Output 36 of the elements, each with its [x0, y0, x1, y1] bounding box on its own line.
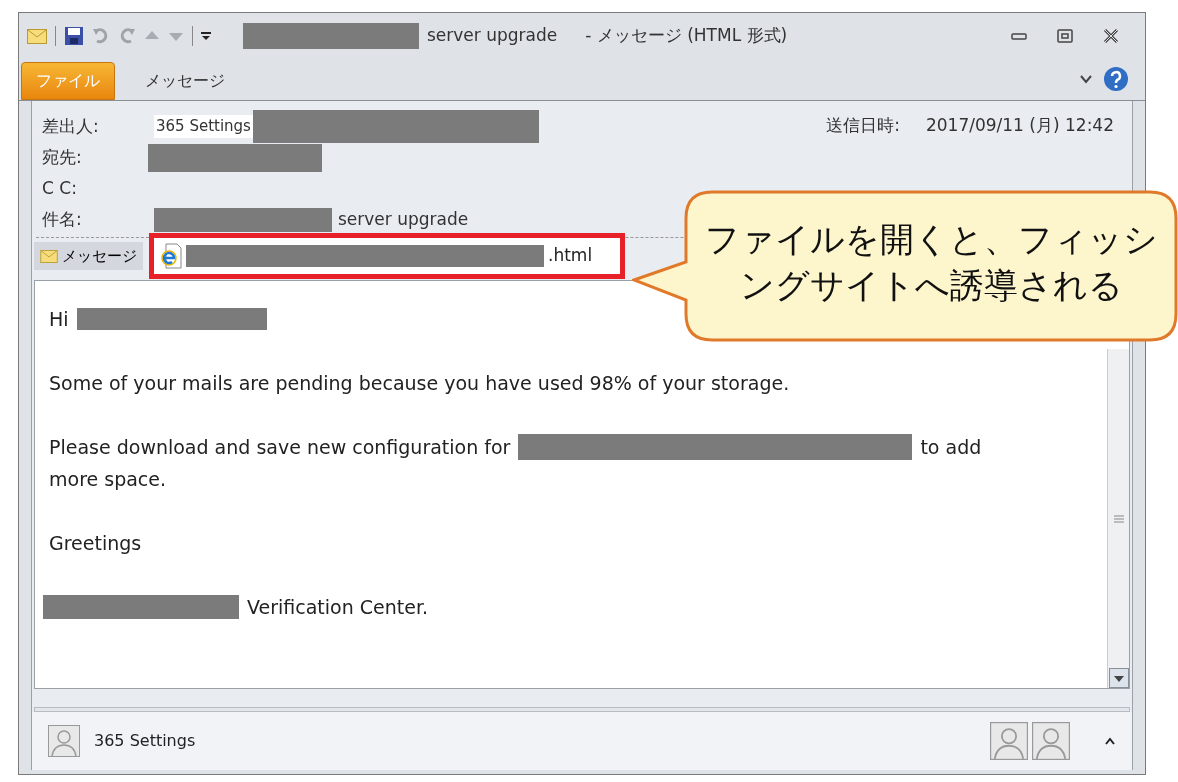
field-label: 差出人: [42, 114, 100, 138]
body-text: Verification Center. [247, 594, 429, 620]
save-icon[interactable] [64, 26, 84, 46]
body-text: Greetings [49, 530, 142, 556]
field-value: 365 Settings [154, 115, 253, 138]
field-label: 宛先: [42, 145, 83, 169]
chevron-down-icon[interactable] [1079, 73, 1093, 85]
window-title-suffix: - メッセージ (HTML 形式) [585, 24, 788, 48]
sent-time: 2017/09/11 (月) 12:42 [925, 114, 1114, 137]
ribbon-tab[interactable]: メッセージ [131, 62, 239, 100]
field-value: server upgrade [338, 207, 469, 231]
body-text: Please download and save new configuration for [49, 434, 511, 460]
maximize-icon[interactable] [1057, 29, 1073, 43]
customize-icon[interactable] [201, 31, 211, 41]
sender-name: 365 Settings [94, 730, 196, 752]
message-tab[interactable]: メッセージ [34, 242, 143, 270]
html-file-icon [160, 243, 182, 269]
scroll-grip-icon [1113, 514, 1124, 523]
collapse-caret-icon[interactable] [1104, 737, 1116, 745]
minimize-icon[interactable] [1011, 31, 1027, 41]
scroll-down-icon[interactable] [1108, 668, 1129, 688]
scrollbar[interactable] [1107, 349, 1129, 688]
help-icon[interactable] [1103, 66, 1129, 92]
attachment-item[interactable]: .html [149, 233, 625, 279]
attachment-name: .html [548, 244, 593, 268]
body-text: Some of your mails are pending because you have used 98% of your storage. [49, 370, 790, 396]
body-text: to add [920, 434, 982, 460]
field-label: C C: [42, 176, 78, 200]
body-text: Hi [49, 306, 69, 332]
window-title: server upgrade [427, 24, 558, 48]
callout-text: ファイルを開くと、フィッシングサイトへ誘導される [703, 218, 1159, 307]
sent-label: 送信日時: [826, 114, 900, 137]
close-icon[interactable] [1103, 29, 1119, 43]
field-label: 件名: [42, 207, 83, 231]
envelope-icon [40, 249, 58, 263]
body-text: more space. [49, 466, 167, 492]
